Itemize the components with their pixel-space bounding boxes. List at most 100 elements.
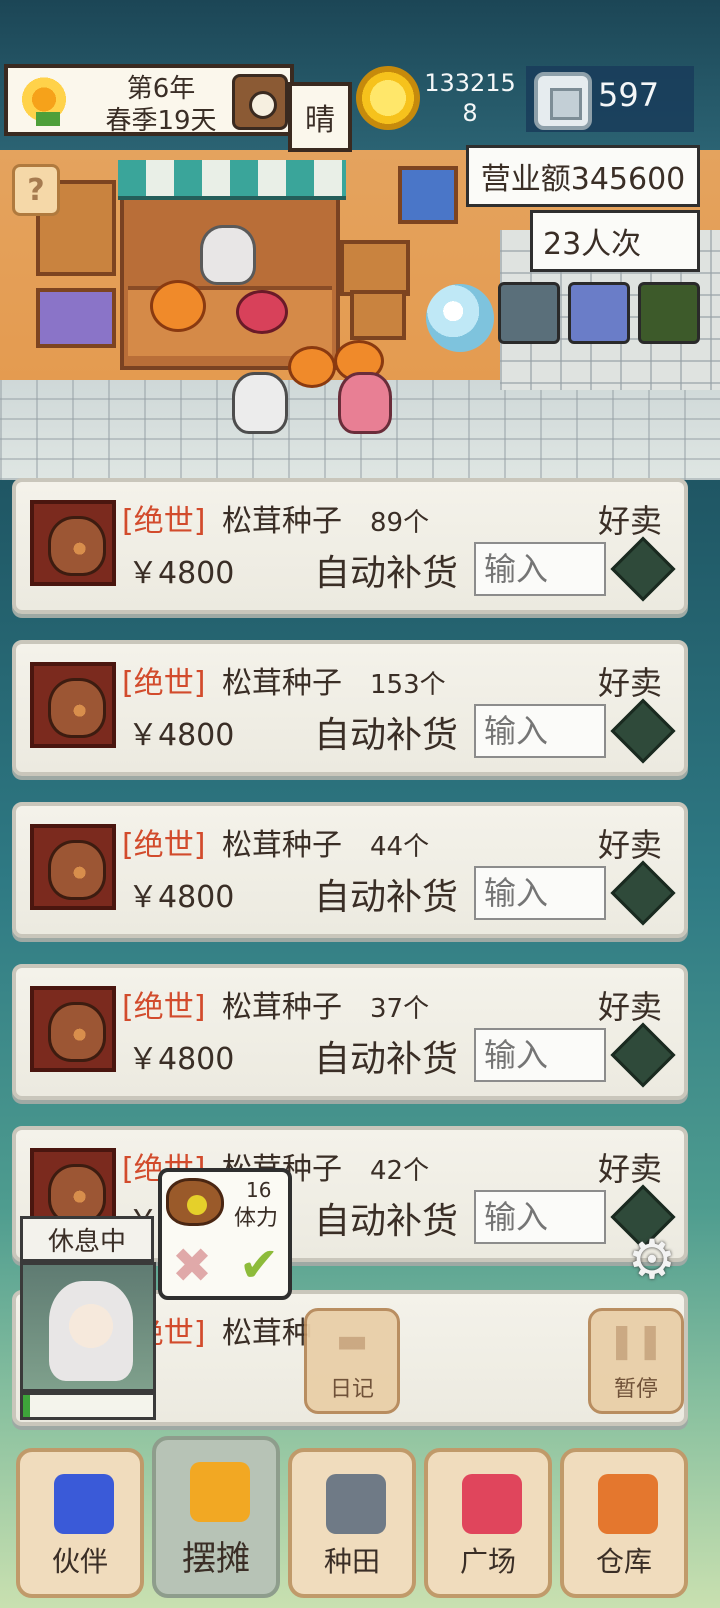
help-button[interactable]: ? [12,164,60,216]
restock-amount-input[interactable] [474,704,606,758]
gear-icon[interactable]: ⚙ [624,1232,680,1288]
radish [236,290,288,334]
coins-icon [190,1462,250,1522]
visitor-count: 23人次 [530,210,700,272]
potato-crate [350,290,406,340]
item-quantity: 89个 [370,508,430,538]
nav-tab-label: 仓库 [595,1545,652,1578]
restock-amount-input[interactable] [474,1028,606,1082]
demand-label: 好卖 [597,664,662,702]
goods-item[interactable]: [绝世] 松茸种子 37个 好卖 ￥4800 自动补货 [12,964,688,1100]
auto-restock-label[interactable]: 自动补货 [314,868,458,920]
customer-character[interactable] [232,372,288,434]
feed-popup: 16 体力 ✖ ✔ [158,1168,292,1300]
item-name: 松茸种子 [222,828,342,863]
cancel-icon[interactable]: ✖ [170,1242,214,1290]
stamina-amount: 16 [246,1178,272,1202]
pause-label: 暂停 [613,1377,658,1402]
item-price: ￥4800 [128,1042,235,1077]
blueberry-basket [398,166,458,224]
crystal-ball-icon[interactable] [426,284,494,352]
goods-item[interactable]: [绝世] 松茸种子 44个 好卖 ￥4800 自动补货 [12,802,688,938]
diary-label: 日记 [329,1377,374,1402]
confirm-restock-button[interactable] [610,860,676,926]
nav-tab-label: 摆摊 [182,1539,250,1579]
item-name: 松茸种子 [222,666,342,701]
silver-gem-icon [534,72,592,130]
pumpkin [288,346,336,388]
house-icon [598,1474,658,1534]
season-flower-icon [16,76,72,128]
mushroom-seed-bag-icon [30,986,116,1072]
stall-awning [118,160,346,200]
auto-restock-label[interactable]: 自动补货 [314,1192,458,1244]
speech-bubble-icon: ▬ [335,1321,369,1361]
goods-item[interactable]: [绝世] 松茸种子 153个 好卖 ￥4800 自动补货 [12,640,688,776]
stamina-label: 体力 [234,1206,279,1231]
demand-label: 好卖 [597,988,662,1026]
item-quantity: 44个 [370,832,430,862]
item-name: 松茸种子 [222,504,342,539]
nav-tab[interactable]: 仓库 [560,1448,688,1598]
restock-amount-input[interactable] [474,542,606,596]
pause-button[interactable]: ❚❚ 暂停 [588,1308,684,1414]
mushroom-seed-bag-icon [30,824,116,910]
confirm-restock-button[interactable] [610,698,676,764]
diary-button[interactable]: ▬ 日记 [304,1308,400,1414]
auto-restock-label[interactable]: 自动补货 [314,706,458,758]
item-grade: [绝世] [122,504,206,539]
nav-tab-label: 伙伴 [51,1545,108,1578]
potion-buff-icon[interactable] [568,282,630,344]
mushroom-seed-bag-icon [30,500,116,586]
revenue-display: 营业额345600 [466,145,700,207]
grape-crate [36,288,116,348]
companion-portrait[interactable] [20,1262,156,1392]
pause-icon: ❚❚ [607,1321,665,1361]
auto-restock-label[interactable]: 自动补货 [314,1030,458,1082]
flower-icon [462,1474,522,1534]
tree-buff-icon[interactable] [638,282,700,344]
bottom-nav: 伙伴 摆摊 种田 广场 仓库 [0,1428,720,1608]
demand-label: 好卖 [597,1150,662,1188]
nav-tab[interactable]: 广场 [424,1448,552,1598]
carrot-crate [340,240,410,296]
stamina-bar-fill [23,1395,30,1417]
confirm-restock-button[interactable] [610,536,676,602]
item-name: 松茸种子 [222,990,342,1025]
date-panel: 第6年 春季19天 [4,64,294,136]
nav-tab[interactable]: 伙伴 [16,1448,144,1598]
auto-restock-label[interactable]: 自动补货 [314,544,458,596]
restock-amount-input[interactable] [474,866,606,920]
nav-tab[interactable]: 摆摊 [152,1436,280,1598]
bread-icon [166,1178,224,1226]
confirm-restock-button[interactable] [610,1022,676,1088]
item-price: ￥4800 [128,718,235,753]
item-quantity: 42个 [370,1156,430,1186]
gem-count: 597 [598,76,660,114]
restock-amount-input[interactable] [474,1190,606,1244]
goods-item[interactable]: [绝世] 松茸种子 89个 好卖 ￥4800 自动补货 [12,478,688,614]
item-grade: [绝世] [122,666,206,701]
item-price: ￥4800 [128,556,235,591]
flower-icon [54,1474,114,1534]
item-grade: [绝世] [122,828,206,863]
date-season: 春季19天 [105,106,217,136]
item-quantity: 153个 [370,670,446,700]
item-grade: [绝世] [122,990,206,1025]
nav-tab[interactable]: 种田 [288,1448,416,1598]
demand-label: 好卖 [597,502,662,540]
rooster-buff-icon[interactable] [498,282,560,344]
watering-can-icon [326,1474,386,1534]
item-name: 松茸种 [222,1316,312,1351]
gold-coin-icon [356,66,420,130]
nav-tab-label: 种田 [323,1545,380,1578]
coin-count: 133215 8 [424,69,516,127]
customer-character[interactable] [338,372,392,434]
clock-icon[interactable] [232,74,288,130]
item-price: ￥4800 [128,880,235,915]
shopkeeper-character [200,225,256,285]
weather-indicator: 晴 [288,82,352,152]
item-quantity: 37个 [370,994,430,1024]
confirm-check-icon[interactable]: ✔ [232,1240,286,1290]
companion-status: 休息中 [20,1216,154,1262]
